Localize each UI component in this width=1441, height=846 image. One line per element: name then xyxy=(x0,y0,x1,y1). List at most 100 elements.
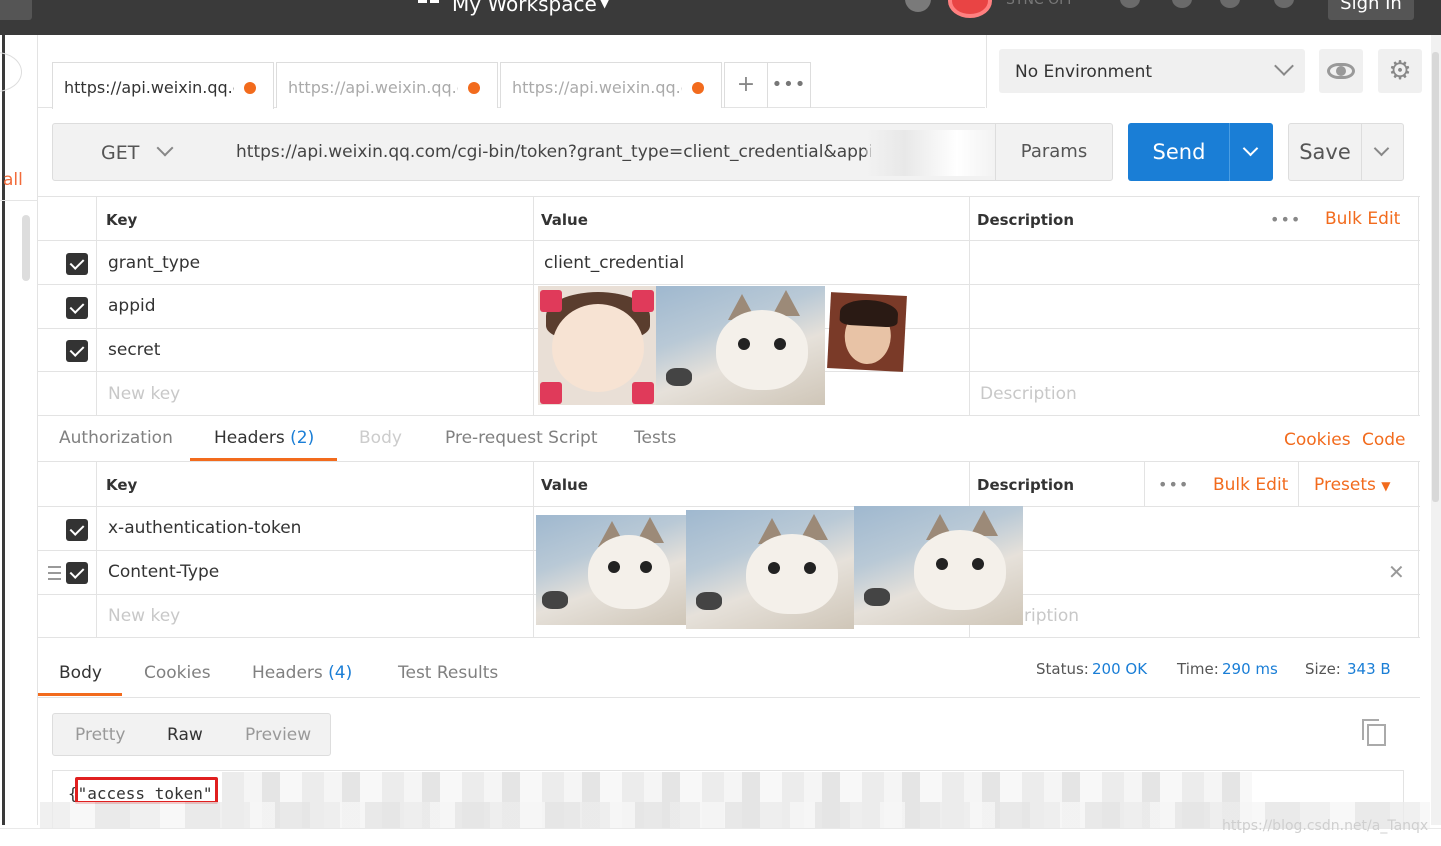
row-border xyxy=(38,637,1420,638)
page-scrollbar-thumb[interactable] xyxy=(1432,52,1439,502)
watermark: https://blog.csdn.net/a_Tanqx xyxy=(1222,818,1429,834)
workspace-caret-icon[interactable]: ▼ xyxy=(600,0,609,10)
tab-headers[interactable]: Headers (2) xyxy=(214,428,314,448)
status-label: Status: xyxy=(1036,660,1089,678)
column-divider xyxy=(1418,462,1419,637)
interceptor-icon[interactable] xyxy=(1120,0,1140,8)
save-options-button[interactable] xyxy=(1361,123,1404,181)
new-tab-button[interactable]: + xyxy=(724,62,768,108)
environment-select-value: No Environment xyxy=(1015,62,1153,82)
param-checkbox[interactable] xyxy=(66,253,88,275)
manage-environments-button[interactable]: ⚙ xyxy=(1378,49,1422,93)
tab-tests[interactable]: Tests xyxy=(634,428,676,448)
url-value: https://api.weixin.qq.com/cgi-bin/token?… xyxy=(236,142,871,162)
copy-icon-front xyxy=(1367,724,1386,746)
cat-face xyxy=(746,534,838,614)
tab-body[interactable]: Body xyxy=(359,428,402,448)
new-header-key-input[interactable]: New key xyxy=(108,606,180,626)
headers-table-top-border xyxy=(38,461,1420,462)
mode-preview-button[interactable]: Preview xyxy=(245,725,311,745)
cat-sticker-image xyxy=(536,515,686,625)
param-checkbox[interactable] xyxy=(66,297,88,319)
more-tabs-button[interactable]: ••• xyxy=(767,62,811,108)
active-tab-indicator xyxy=(38,693,122,696)
sidebar-scrollbar[interactable] xyxy=(22,215,30,281)
bell-icon[interactable] xyxy=(1220,0,1240,8)
tab-headers-label: Headers xyxy=(214,428,285,448)
heart-icon[interactable] xyxy=(1274,0,1294,8)
workspace-title[interactable]: My Workspace xyxy=(452,0,597,16)
baby-face xyxy=(552,304,644,392)
param-key[interactable]: secret xyxy=(108,340,160,360)
cookies-link[interactable]: Cookies xyxy=(1284,430,1351,450)
url-input[interactable]: https://api.weixin.qq.com/cgi-bin/token?… xyxy=(221,123,996,181)
environment-select[interactable]: No Environment xyxy=(999,49,1305,93)
param-value[interactable]: client_credential xyxy=(544,253,684,273)
cat-eye xyxy=(774,338,786,350)
person-sticker-image xyxy=(827,292,907,372)
save-button[interactable]: Save xyxy=(1288,123,1362,181)
copy-icon[interactable] xyxy=(1362,719,1386,747)
params-value-header: Value xyxy=(541,211,588,229)
cat-sticker-image xyxy=(854,506,1023,625)
sidebar-tab-all[interactable]: all xyxy=(3,170,23,190)
request-tab[interactable]: https://api.weixin.qq.c xyxy=(52,62,274,109)
new-param-description-input[interactable]: Description xyxy=(980,384,1077,404)
mode-raw-button[interactable]: Raw xyxy=(167,725,203,745)
header-key[interactable]: Content-Type xyxy=(108,562,219,582)
sidebar-divider xyxy=(0,200,38,201)
moon-icon[interactable] xyxy=(905,0,931,12)
new-param-key-input[interactable]: New key xyxy=(108,384,180,404)
request-tab[interactable]: https://api.weixin.qq.c xyxy=(500,62,722,108)
send-options-button[interactable] xyxy=(1229,123,1273,181)
size-value[interactable]: 343 B xyxy=(1347,660,1391,678)
chevron-down-icon xyxy=(1274,56,1294,76)
chat-icon[interactable] xyxy=(1172,0,1192,8)
tab-authorization[interactable]: Authorization xyxy=(59,428,173,448)
tab-prerequest-script[interactable]: Pre-request Script xyxy=(445,428,598,448)
header-key[interactable]: x-authentication-token xyxy=(108,518,301,538)
header-checkbox[interactable] xyxy=(66,562,88,584)
param-checkbox[interactable] xyxy=(66,340,88,362)
request-tab[interactable]: https://api.weixin.qq.c xyxy=(276,62,498,108)
response-tab-test-results[interactable]: Test Results xyxy=(398,663,498,683)
response-tab-body[interactable]: Body xyxy=(59,663,102,683)
chevron-down-icon xyxy=(1242,140,1259,157)
method-select[interactable]: GET xyxy=(52,123,222,181)
send-button[interactable]: Send xyxy=(1128,123,1230,181)
headers-key-header: Key xyxy=(106,476,138,494)
sticker-badge xyxy=(540,290,562,312)
response-tab-headers[interactable]: Headers (4) xyxy=(252,663,352,683)
time-value[interactable]: 290 ms xyxy=(1222,660,1278,678)
status-value[interactable]: 200 OK xyxy=(1092,660,1147,678)
cat-eye xyxy=(640,561,652,573)
workspace-icon xyxy=(418,0,440,8)
new-button[interactable] xyxy=(0,0,32,20)
mode-pretty-button[interactable]: Pretty xyxy=(75,725,125,745)
sync-icon[interactable] xyxy=(948,0,992,18)
headers-bulk-edit-button[interactable]: Bulk Edit xyxy=(1213,475,1288,495)
code-link[interactable]: Code xyxy=(1362,430,1406,450)
environment-quick-look-button[interactable] xyxy=(1319,49,1363,93)
drag-handle-bar xyxy=(48,572,61,574)
response-tab-cookies[interactable]: Cookies xyxy=(144,663,211,683)
param-key[interactable]: appid xyxy=(108,296,156,316)
presets-dropdown[interactable]: Presets ▼ xyxy=(1314,475,1391,495)
params-bulk-edit-button[interactable]: Bulk Edit xyxy=(1325,209,1400,229)
drag-handle-icon[interactable] xyxy=(48,566,61,580)
remove-row-icon[interactable]: ✕ xyxy=(1388,560,1405,584)
cat-paw xyxy=(666,368,692,386)
cat-eye xyxy=(768,562,780,574)
header-checkbox[interactable] xyxy=(66,519,88,541)
sidebar xyxy=(0,35,38,825)
headers-more-button[interactable]: ••• xyxy=(1158,475,1189,494)
top-bar: My Workspace ▼ SYNC OFF Sign In xyxy=(0,0,1441,35)
signin-button[interactable]: Sign In xyxy=(1328,0,1414,20)
param-key[interactable]: grant_type xyxy=(108,253,200,273)
new-header-description-input[interactable]: ription xyxy=(1024,606,1079,626)
params-button[interactable]: Params xyxy=(995,123,1113,181)
params-key-header: Key xyxy=(106,211,138,229)
params-more-button[interactable]: ••• xyxy=(1270,210,1301,229)
person-hair xyxy=(839,298,899,328)
row-border xyxy=(38,284,1420,285)
